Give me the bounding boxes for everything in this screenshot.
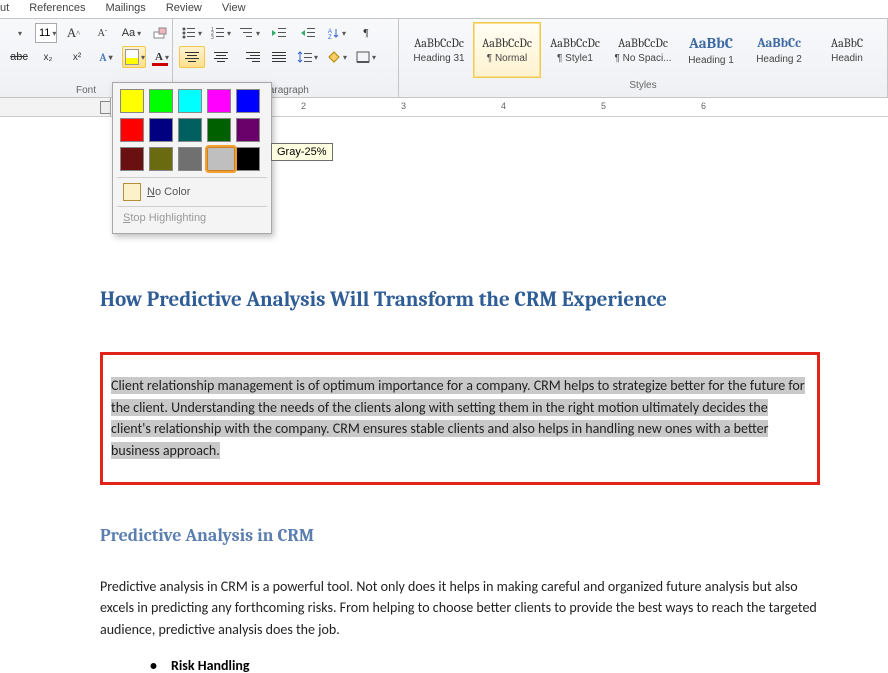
numbering-button[interactable]: 123	[208, 22, 234, 44]
line-spacing-icon	[298, 51, 312, 63]
doc-paragraph-2[interactable]: Predictive analysis in CRM is a powerful…	[100, 576, 820, 641]
color-swatch[interactable]	[120, 89, 144, 113]
color-swatch[interactable]	[178, 89, 202, 113]
tab-review[interactable]: Review	[166, 2, 202, 14]
ribbon-tabs: ut References Mailings Review View	[0, 0, 888, 18]
tab-references[interactable]: References	[29, 2, 85, 14]
annotation-box: Client relationship management is of opt…	[100, 352, 820, 485]
borders-button[interactable]	[353, 46, 379, 68]
highlight-color-button[interactable]	[122, 46, 146, 68]
decrease-indent-button[interactable]	[266, 22, 292, 44]
shrink-font-button[interactable]: Aˇ	[89, 22, 115, 44]
color-swatch[interactable]	[178, 118, 202, 142]
color-swatch[interactable]	[149, 147, 173, 171]
outdent-icon	[272, 27, 286, 39]
tab-view[interactable]: View	[222, 2, 246, 14]
color-swatch[interactable]	[236, 118, 260, 142]
change-case-button[interactable]: Aa	[118, 22, 144, 44]
style-normal[interactable]: AaBbCcDc¶ Normal	[473, 22, 541, 78]
align-justify-button[interactable]	[266, 46, 292, 68]
doc-bullet-1[interactable]: Risk Handling	[150, 657, 820, 673]
doc-heading-2[interactable]: Predictive Analysis in CRM	[100, 525, 820, 546]
align-left-button[interactable]	[179, 46, 205, 68]
align-right-button[interactable]	[237, 46, 263, 68]
strikethrough-button[interactable]: abc	[6, 46, 32, 68]
font-family-dropdown[interactable]	[6, 22, 32, 44]
style-heading31[interactable]: AaBbCcDcHeading 31	[405, 22, 473, 78]
clear-formatting-button[interactable]	[147, 22, 173, 44]
tab-layout-partial[interactable]: ut	[0, 2, 9, 14]
style-heading-partial[interactable]: AaBbCHeadin	[813, 22, 881, 78]
ruler-tick: 5	[601, 101, 606, 111]
no-color-option[interactable]: No Color	[117, 177, 267, 206]
ruler-tick: 3	[401, 101, 406, 111]
multilevel-icon	[240, 27, 254, 39]
highlight-color-panel: No Color Stop Highlighting Gray-25%	[112, 82, 272, 234]
grow-font-button[interactable]: A^	[60, 22, 86, 44]
doc-paragraph-1[interactable]: Client relationship management is of opt…	[111, 375, 809, 462]
style-style1[interactable]: AaBbCcDc¶ Style1	[541, 22, 609, 78]
show-marks-button[interactable]: ¶	[353, 22, 379, 44]
sort-button[interactable]: AZ	[324, 22, 350, 44]
color-swatch[interactable]	[120, 147, 144, 171]
stop-highlighting-option[interactable]: Stop Highlighting	[117, 206, 267, 229]
indent-icon	[301, 27, 315, 39]
bullets-button[interactable]	[179, 22, 205, 44]
color-tooltip: Gray-25%	[271, 143, 333, 161]
subscript-button[interactable]: x₂	[35, 46, 61, 68]
numbering-icon: 123	[211, 27, 225, 39]
color-swatch[interactable]	[207, 89, 231, 113]
line-spacing-button[interactable]	[295, 46, 321, 68]
color-swatch[interactable]	[207, 118, 231, 142]
font-color-button[interactable]: A	[149, 46, 175, 68]
styles-group-label: Styles	[405, 78, 881, 91]
no-color-swatch	[123, 183, 141, 201]
superscript-button[interactable]: x²	[64, 46, 90, 68]
color-swatch[interactable]	[207, 147, 235, 171]
color-swatch[interactable]	[120, 118, 144, 142]
tab-mailings[interactable]: Mailings	[105, 2, 145, 14]
text-effects-button[interactable]: A	[93, 46, 119, 68]
ruler-tick: 2	[301, 101, 306, 111]
multilevel-list-button[interactable]	[237, 22, 263, 44]
styles-group: AaBbCcDcHeading 31 AaBbCcDc¶ Normal AaBb…	[399, 19, 888, 97]
eraser-icon	[153, 26, 167, 40]
color-swatch[interactable]	[236, 147, 260, 171]
borders-icon	[356, 51, 370, 63]
color-swatch[interactable]	[149, 118, 173, 142]
style-heading2[interactable]: AaBbCcHeading 2	[745, 22, 813, 78]
svg-text:Z: Z	[328, 35, 332, 39]
color-swatch[interactable]	[149, 89, 173, 113]
increase-indent-button[interactable]	[295, 22, 321, 44]
sort-icon: AZ	[328, 27, 340, 39]
bullets-icon	[182, 27, 196, 39]
align-center-button[interactable]	[208, 46, 234, 68]
bucket-icon	[327, 51, 341, 63]
svg-text:3: 3	[211, 35, 214, 39]
shading-button[interactable]	[324, 46, 350, 68]
font-size-input[interactable]: 11	[35, 23, 57, 43]
ruler-tick: 6	[701, 101, 706, 111]
doc-heading-1[interactable]: How Predictive Analysis Will Transform t…	[100, 288, 820, 312]
color-swatch[interactable]	[178, 147, 202, 171]
style-heading1[interactable]: AaBbCHeading 1	[677, 22, 745, 78]
ruler-tick: 4	[501, 101, 506, 111]
style-no-spacing[interactable]: AaBbCcDc¶ No Spaci...	[609, 22, 677, 78]
highlighter-icon	[125, 49, 139, 65]
color-swatch-grid	[117, 87, 267, 177]
styles-gallery[interactable]: AaBbCcDcHeading 31 AaBbCcDc¶ Normal AaBb…	[405, 22, 881, 78]
color-swatch[interactable]	[236, 89, 260, 113]
